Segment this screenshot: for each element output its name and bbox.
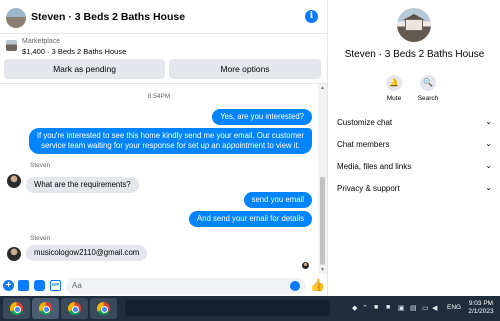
image-icon[interactable]: [18, 280, 29, 291]
sender-name: Steven: [30, 162, 51, 169]
chrome-icon: [39, 302, 52, 315]
chevron-down-icon: ⌄: [485, 117, 492, 126]
sender-avatar[interactable]: [7, 247, 21, 261]
chat-pane: Steven · 3 Beds 2 Baths House i Marketpl…: [0, 0, 327, 296]
sticker-icon[interactable]: [34, 280, 45, 291]
contact-photo[interactable]: [397, 8, 431, 42]
chevron-down-icon: ⌄: [485, 139, 492, 148]
message-bubble-outgoing[interactable]: send you email: [243, 192, 312, 208]
taskbar-chrome-app[interactable]: [90, 298, 117, 319]
tray-app-icon[interactable]: ■: [386, 304, 390, 311]
mark-as-pending-button[interactable]: Mark as pending: [4, 59, 165, 79]
mute-label[interactable]: Mute: [379, 95, 409, 102]
thumbs-up-icon[interactable]: 👍: [310, 278, 325, 292]
tray-shield-icon[interactable]: ◆: [352, 304, 357, 312]
clock-date[interactable]: 2/1/2023: [465, 308, 497, 315]
scroll-up-arrow-icon[interactable]: ▲: [319, 85, 326, 91]
taskbar-chrome-app[interactable]: [32, 298, 59, 319]
chat-header: Steven · 3 Beds 2 Baths House i: [0, 0, 327, 34]
sender-name: Steven: [30, 235, 51, 242]
plus-icon[interactable]: +: [3, 280, 14, 291]
section-customize-chat[interactable]: Customize chat ⌄: [337, 116, 492, 130]
house-image: [405, 19, 423, 31]
tray-app-icon[interactable]: ■: [374, 304, 378, 311]
clock-time[interactable]: 9:03 PM: [465, 300, 497, 308]
contact-avatar[interactable]: [6, 8, 26, 28]
chevron-down-icon: ⌄: [485, 183, 492, 192]
message-list: 8:54PM Yes, are you interested? If you'r…: [0, 84, 318, 274]
search-icon[interactable]: 🔍: [420, 75, 436, 91]
section-label: Media, files and links: [337, 162, 412, 171]
section-chat-members[interactable]: Chat members ⌄: [337, 138, 492, 152]
tray-folder-icon[interactable]: ▤: [410, 304, 417, 312]
taskbar-chrome-app[interactable]: [61, 298, 88, 319]
section-label: Chat members: [337, 140, 390, 149]
chrome-icon: [10, 302, 23, 315]
chat-info-panel: Steven · 3 Beds 2 Baths House 🔔 Mute 🔍 S…: [327, 0, 500, 296]
contact-name: Steven · 3 Beds 2 Baths House: [344, 49, 485, 60]
message-line: If you're interested to see this home ki…: [36, 131, 304, 140]
message-scrollbar[interactable]: ▲ ▼: [318, 84, 327, 274]
section-media-files-links[interactable]: Media, files and links ⌄: [337, 160, 492, 174]
message-bubble-incoming[interactable]: What are the requirements?: [26, 177, 139, 193]
listing-source: Marketplace: [22, 38, 61, 45]
bell-icon[interactable]: 🔔: [386, 75, 402, 91]
section-label: Privacy & support: [337, 184, 400, 193]
scroll-down-arrow-icon[interactable]: ▼: [319, 267, 326, 273]
message-bubble-outgoing[interactable]: If you're interested to see this home ki…: [28, 128, 312, 154]
chevron-down-icon: ⌄: [485, 161, 492, 170]
message-timestamp: 8:54PM: [147, 93, 171, 100]
more-options-button[interactable]: More options: [169, 59, 321, 79]
message-composer: + GIF Aa 👍: [0, 276, 327, 296]
message-input[interactable]: Aa: [66, 278, 306, 294]
language-indicator[interactable]: ENG: [447, 304, 461, 311]
read-receipt-avatar: [302, 262, 309, 269]
message-input-placeholder: Aa: [72, 281, 82, 290]
listing-price-title: $1,400 · 3 Beds 2 Baths House: [22, 47, 127, 56]
taskbar-chrome-app[interactable]: [3, 298, 30, 319]
chat-title[interactable]: Steven · 3 Beds 2 Baths House: [31, 11, 185, 23]
message-bubble-outgoing[interactable]: Yes, are you interested?: [212, 109, 312, 125]
message-line: service team waiting for your response f…: [41, 141, 300, 150]
listing-thumbnail: [6, 40, 17, 51]
section-privacy-support[interactable]: Privacy & support ⌄: [337, 182, 492, 196]
gif-icon[interactable]: GIF: [50, 280, 61, 291]
marketplace-listing[interactable]: Marketplace $1,400 · 3 Beds 2 Baths Hous…: [0, 35, 327, 57]
info-icon[interactable]: i: [305, 10, 318, 23]
message-bubble-incoming[interactable]: musicologow2110@gmail.com: [26, 245, 148, 261]
battery-icon[interactable]: ▭: [422, 304, 429, 312]
message-line: If you're interested to see this home ki…: [37, 131, 304, 151]
scroll-thumb[interactable]: [320, 177, 325, 265]
volume-icon[interactable]: ◀: [432, 304, 437, 312]
emoji-icon[interactable]: [290, 281, 300, 291]
tray-chevron-up-icon[interactable]: ⌃: [362, 304, 368, 312]
message-bubble-outgoing[interactable]: And send your email for details: [188, 211, 312, 227]
chrome-icon: [68, 302, 81, 315]
section-label: Customize chat: [337, 118, 393, 127]
chrome-icon: [97, 302, 110, 315]
taskbar-empty-area: [125, 300, 330, 316]
tray-app-icon[interactable]: ▣: [398, 304, 405, 312]
sender-avatar[interactable]: [7, 174, 21, 188]
windows-taskbar: ◆ ⌃ ■ ■ ▣ ▤ ▭ ◀ ENG 9:03 PM 2/1/2023: [0, 296, 500, 321]
search-label[interactable]: Search: [413, 95, 443, 102]
